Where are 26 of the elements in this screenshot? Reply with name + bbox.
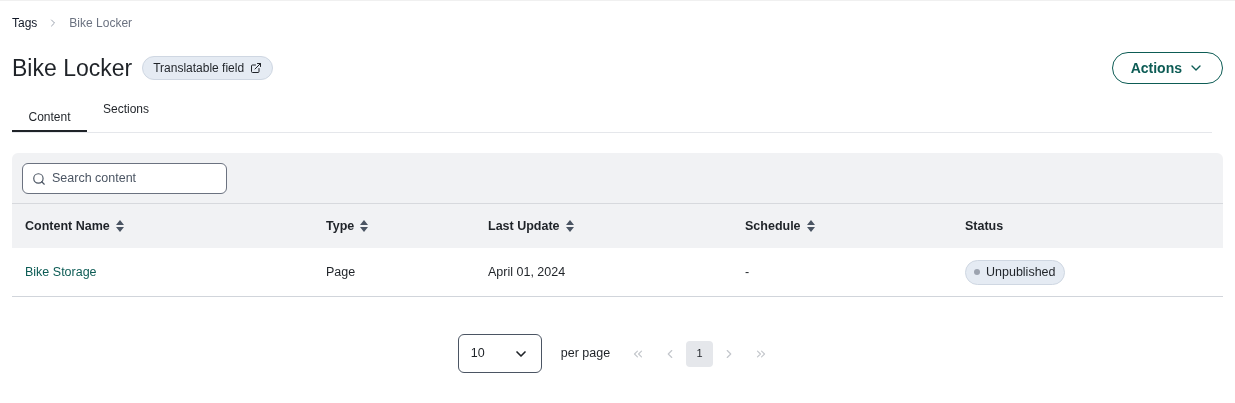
content-link[interactable]: Bike Storage <box>25 264 97 279</box>
column-header[interactable]: Content Name <box>25 216 110 236</box>
per-page-label: per page <box>560 345 611 363</box>
status-badge: Unpublished <box>965 259 1065 285</box>
column-header[interactable]: Schedule <box>745 216 801 236</box>
column-header[interactable]: Last Update <box>488 216 560 236</box>
table-cell: - <box>745 264 750 279</box>
search-field[interactable]: Search content <box>22 162 227 194</box>
column-header: Status <box>965 217 1004 235</box>
page-size-select[interactable]: 10 <box>457 334 542 373</box>
table-cell: April 01, 2024 <box>488 264 566 279</box>
tab[interactable]: Sections <box>87 90 166 132</box>
breadcrumb-item[interactable]: Tags <box>12 14 38 32</box>
translatable-badge[interactable]: Translatable field <box>142 56 274 80</box>
table-cell: Page <box>326 264 356 279</box>
sort-icon[interactable] <box>565 220 574 232</box>
breadcrumb-item: Bike Locker <box>69 15 133 32</box>
search-icon <box>32 171 46 186</box>
external-link-icon <box>250 62 263 74</box>
column-header[interactable]: Type <box>326 216 355 236</box>
sort-icon[interactable] <box>115 220 124 232</box>
page-button[interactable]: 1 <box>686 340 714 367</box>
sort-icon[interactable] <box>360 220 369 232</box>
tab[interactable]: Content <box>12 90 87 132</box>
page-title: Bike Locker <box>12 53 133 83</box>
sort-icon[interactable] <box>806 220 815 232</box>
